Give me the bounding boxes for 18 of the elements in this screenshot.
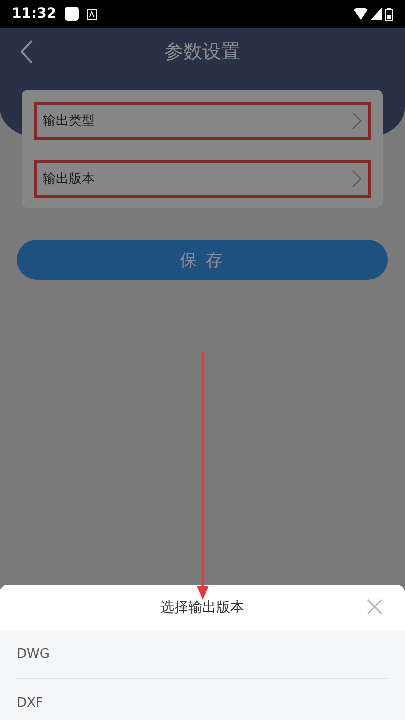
- page-title: 参数设置: [164, 40, 240, 65]
- row-label: 输出版本: [43, 171, 95, 188]
- chevron-icon: [352, 112, 362, 130]
- settings-row[interactable]: 输出版本: [34, 160, 371, 198]
- option-item[interactable]: DWG: [17, 630, 388, 679]
- status-time: 11:32: [12, 6, 57, 22]
- row-label: 输出类型: [43, 113, 95, 130]
- chevron-icon: [352, 170, 362, 188]
- save-button[interactable]: 保 存: [17, 240, 388, 280]
- back-icon[interactable]: [20, 40, 34, 64]
- app-notification-icon: [64, 7, 79, 21]
- sheet-title: 选择输出版本: [160, 598, 244, 616]
- keyboard-notification-icon: [86, 8, 97, 20]
- signal-icon: [371, 8, 382, 20]
- wifi-icon: [354, 8, 368, 20]
- battery-icon: [385, 8, 393, 20]
- option-item[interactable]: DXF: [17, 679, 388, 720]
- settings-row[interactable]: 输出类型: [34, 102, 371, 140]
